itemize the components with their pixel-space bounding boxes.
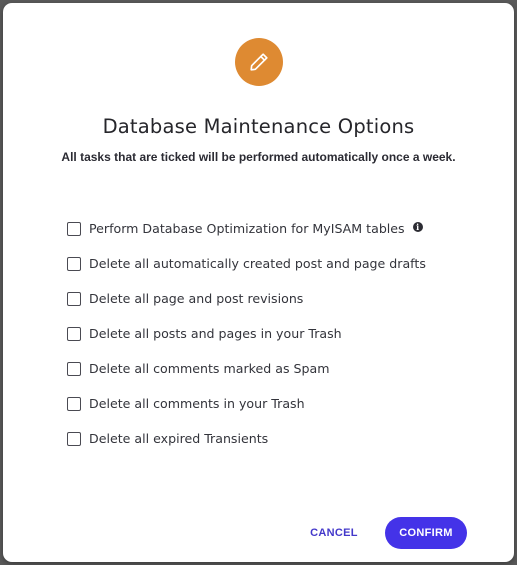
confirm-button[interactable]: CONFIRM	[385, 517, 467, 549]
option-checkbox[interactable]	[67, 361, 81, 376]
option-delete-trashed-posts[interactable]: Delete all posts and pages in your Trash	[67, 316, 426, 351]
cancel-button[interactable]: CANCEL	[299, 517, 369, 549]
option-label: Delete all comments marked as Spam	[89, 361, 330, 376]
option-delete-spam-comments[interactable]: Delete all comments marked as Spam	[67, 351, 426, 386]
option-delete-expired-transients[interactable]: Delete all expired Transients	[67, 421, 426, 456]
option-delete-revisions[interactable]: Delete all page and post revisions	[67, 281, 426, 316]
maintenance-options-list: Perform Database Optimization for MyISAM…	[67, 211, 426, 456]
modal-title: Database Maintenance Options	[102, 115, 415, 138]
modal-subtitle: All tasks that are ticked will be perfor…	[61, 150, 456, 164]
option-optimize-myisam[interactable]: Perform Database Optimization for MyISAM…	[67, 211, 426, 246]
option-label: Perform Database Optimization for MyISAM…	[89, 221, 405, 236]
option-checkbox[interactable]	[67, 396, 81, 411]
option-label: Delete all automatically created post an…	[89, 256, 426, 271]
option-delete-drafts[interactable]: Delete all automatically created post an…	[67, 246, 426, 281]
option-label: Delete all expired Transients	[89, 431, 269, 446]
option-label: Delete all page and post revisions	[89, 291, 304, 306]
maintenance-options-modal: Database Maintenance Options All tasks t…	[3, 1, 514, 562]
info-icon[interactable]: i	[412, 222, 423, 232]
option-checkbox[interactable]	[67, 221, 81, 236]
option-label: Delete all comments in your Trash	[89, 396, 305, 411]
option-delete-trashed-comments[interactable]: Delete all comments in your Trash	[67, 386, 426, 421]
option-checkbox[interactable]	[67, 291, 81, 306]
option-checkbox[interactable]	[67, 326, 81, 341]
option-label: Delete all posts and pages in your Trash	[89, 326, 342, 341]
pencil-icon	[235, 38, 283, 86]
option-checkbox[interactable]	[67, 431, 81, 446]
option-checkbox[interactable]	[67, 256, 81, 271]
